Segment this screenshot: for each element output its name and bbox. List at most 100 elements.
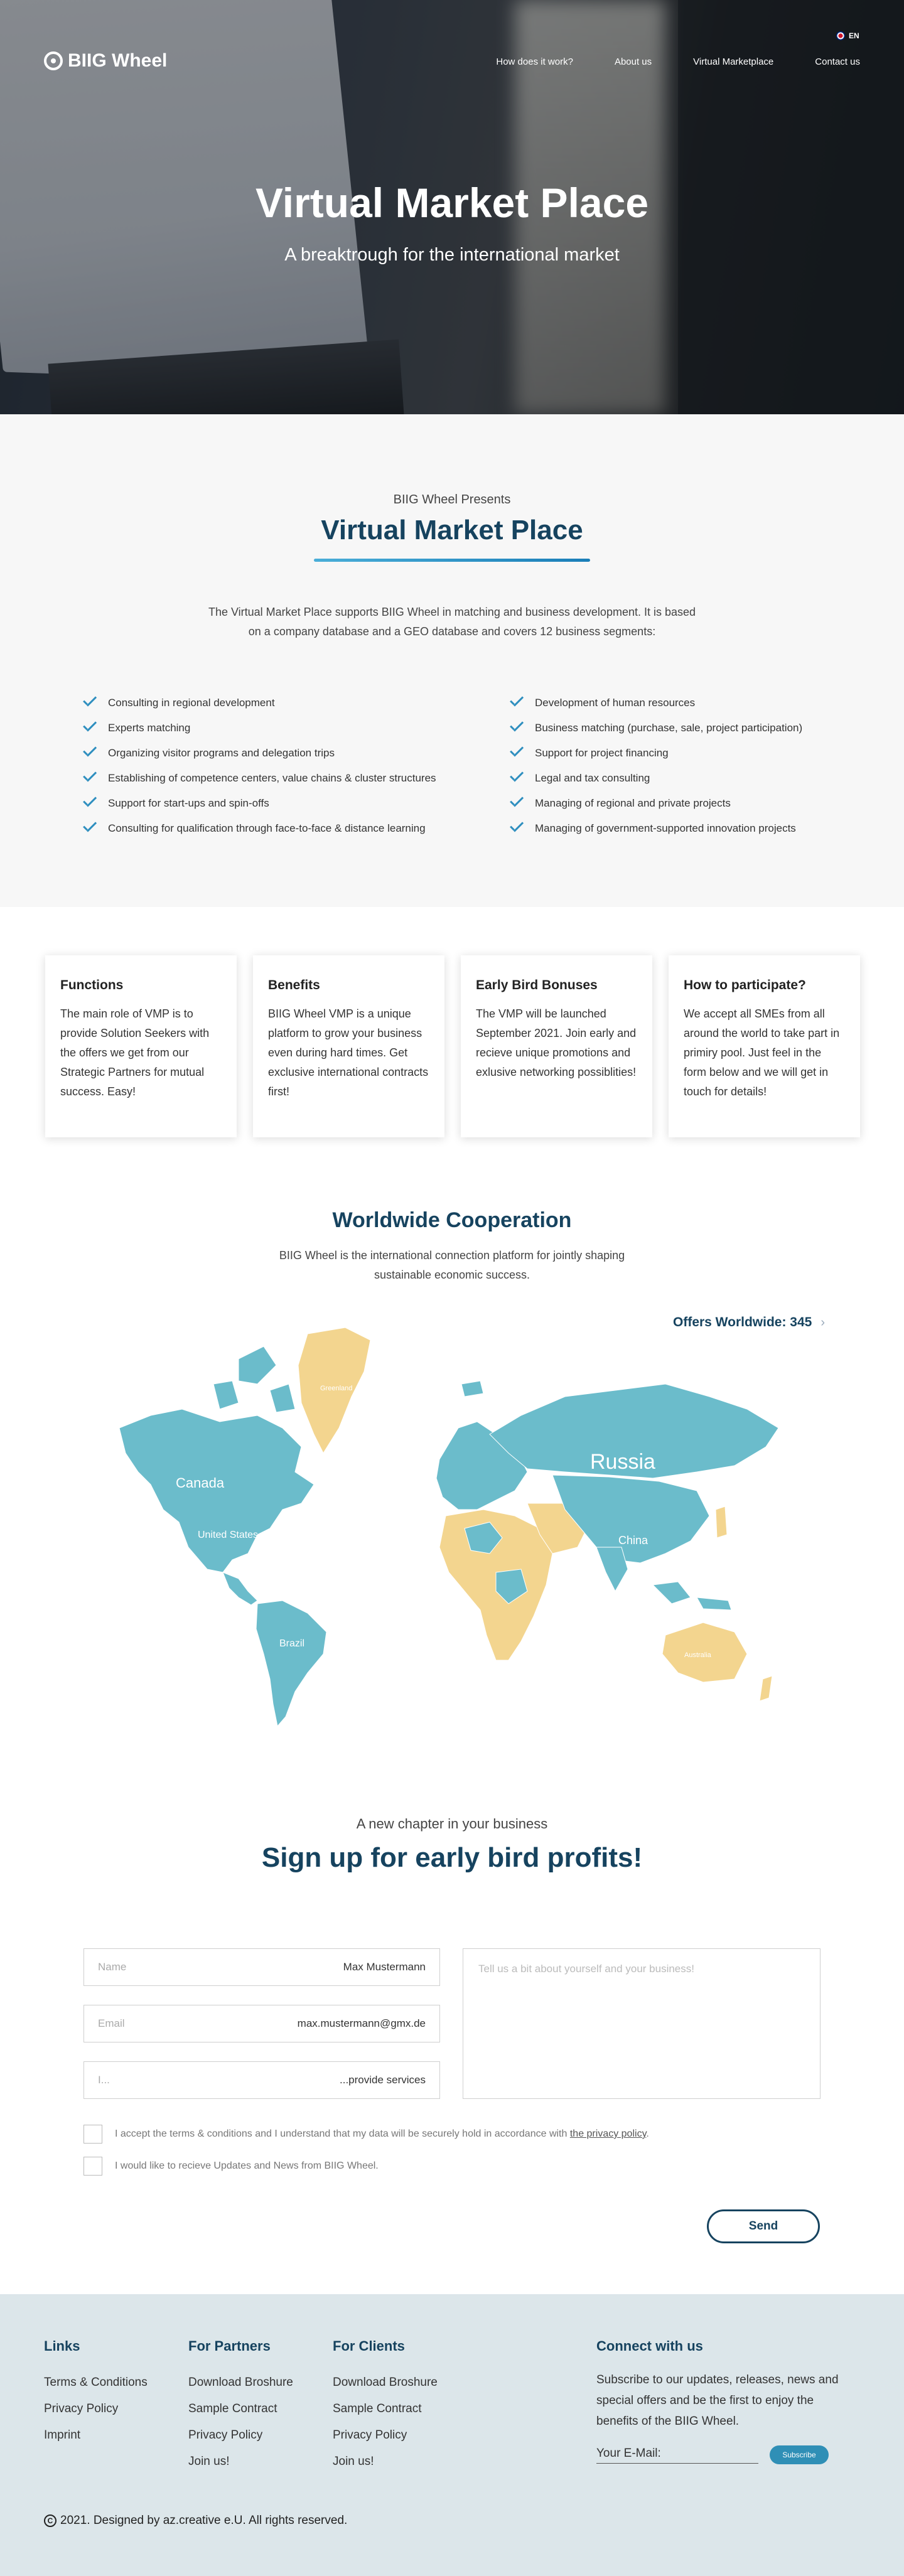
footer-link-client-join[interactable]: Join us!: [333, 2449, 438, 2475]
footer-partners-column: For Partners Download Broshure Sample Co…: [188, 2338, 293, 2475]
nav-about-us[interactable]: About us: [615, 56, 652, 67]
email-field[interactable]: Email max.mustermann@gmx.de: [83, 2005, 440, 2042]
feature-text: Managing of government-supported innovat…: [535, 822, 796, 834]
feature-text: Business matching (purchase, sale, proje…: [535, 722, 803, 734]
name-field[interactable]: Name Max Mustermann: [83, 1948, 440, 1986]
feature-text: Consulting in regional development: [108, 697, 275, 709]
feature-text: Support for project financing: [535, 747, 669, 759]
map-label-russia: Russia: [590, 1450, 655, 1474]
footer-link-client-broshure[interactable]: Download Broshure: [333, 2369, 438, 2396]
name-placeholder: Name: [98, 1961, 127, 1973]
feature-item: Support for project financing: [508, 741, 802, 766]
feature-text: Organizing visitor programs and delegati…: [108, 747, 335, 759]
site-logo[interactable]: BIIG Wheel: [44, 50, 167, 72]
map-region-iceland[interactable]: [461, 1380, 484, 1397]
card-title: Functions: [60, 978, 124, 992]
nav-contact-us[interactable]: Contact us: [815, 56, 860, 67]
email-value: max.mustermann@gmx.de: [297, 2017, 426, 2029]
newsletter-form: Your E-Mail: Subscribe: [596, 2445, 854, 2464]
check-icon: [508, 773, 525, 783]
check-icon: [82, 824, 98, 834]
uk-flag-icon: [836, 31, 845, 40]
map-region-asia[interactable]: [552, 1474, 710, 1564]
footer-link-client-privacy[interactable]: Privacy Policy: [333, 2422, 438, 2449]
copyright-text: 2021. Designed by az.creative e.U. All r…: [60, 2514, 348, 2527]
map-label-china: China: [618, 1534, 648, 1547]
card-title: How to participate?: [684, 978, 806, 992]
card-text: The main role of VMP is to provide Solut…: [60, 1007, 210, 1098]
feature-item: Business matching (purchase, sale, proje…: [508, 716, 802, 741]
logo-text: BIIG Wheel: [68, 50, 168, 71]
feature-text: Legal and tax consulting: [535, 772, 650, 784]
title-underline: [314, 559, 590, 562]
feature-item: Consulting for qualification through fac…: [82, 816, 436, 841]
footer-link-terms[interactable]: Terms & Conditions: [44, 2369, 148, 2396]
map-label-canada: Canada: [176, 1475, 225, 1491]
newsletter-label: I would like to recieve Updates and News…: [115, 2160, 379, 2171]
message-textarea[interactable]: Tell us a bit about yourself and your bu…: [463, 1948, 821, 2099]
features-right-list: Development of human resources Business …: [508, 690, 802, 841]
map-region-india[interactable]: [596, 1547, 628, 1592]
world-map[interactable]: Canada United States Greenland Brazil Ru…: [113, 1321, 791, 1729]
feature-item: Experts matching: [82, 716, 436, 741]
footer-link-privacy[interactable]: Privacy Policy: [44, 2396, 148, 2422]
card-text: The VMP will be launched September 2021.…: [476, 1007, 637, 1078]
feature-text: Development of human resources: [535, 697, 696, 709]
privacy-policy-link[interactable]: the privacy policy: [570, 2128, 647, 2139]
card-title: Early Bird Bonuses: [476, 978, 598, 992]
role-select[interactable]: I... ...provide services: [83, 2061, 440, 2099]
intro-title: Virtual Market Place: [321, 515, 583, 545]
newsletter-email-input[interactable]: Your E-Mail:: [596, 2447, 758, 2464]
footer-link-partner-broshure[interactable]: Download Broshure: [188, 2369, 293, 2396]
footer-link-partner-contract[interactable]: Sample Contract: [188, 2396, 293, 2422]
check-icon: [82, 798, 98, 808]
subscribe-button[interactable]: Subscribe: [770, 2445, 829, 2464]
terms-checkbox[interactable]: [83, 2125, 102, 2144]
map-region-southeast-asia[interactable]: [652, 1581, 732, 1611]
footer-link-imprint[interactable]: Imprint: [44, 2422, 148, 2449]
footer-column-title: For Partners: [188, 2338, 271, 2354]
footer-link-client-contract[interactable]: Sample Contract: [333, 2396, 438, 2422]
feature-text: Consulting for qualification through fac…: [108, 822, 426, 834]
map-region-south-america[interactable]: [256, 1600, 327, 1727]
card-early-bird: Early Bird Bonuses The VMP will be launc…: [461, 955, 652, 1137]
footer-link-partner-privacy[interactable]: Privacy Policy: [188, 2422, 293, 2449]
terms-label: I accept the terms & conditions and I un…: [115, 2128, 649, 2139]
map-region-north-america[interactable]: [119, 1409, 315, 1573]
message-placeholder: Tell us a bit about yourself and your bu…: [478, 1963, 694, 1975]
map-label-brazil: Brazil: [279, 1638, 304, 1649]
nav-virtual-marketplace[interactable]: Virtual Marketplace: [693, 56, 773, 67]
feature-item: Development of human resources: [508, 690, 802, 716]
language-switch[interactable]: EN: [836, 31, 859, 40]
map-region-japan[interactable]: [715, 1506, 728, 1538]
wheel-icon: [44, 51, 63, 70]
connect-text: Subscribe to our updates, releases, news…: [596, 2373, 839, 2428]
newsletter-checkbox-row: I would like to recieve Updates and News…: [83, 2157, 379, 2176]
map-region-arctic-islands[interactable]: [213, 1346, 296, 1413]
feature-item: Consulting in regional development: [82, 690, 436, 716]
card-text: BIIG Wheel VMP is a unique platform to g…: [268, 1007, 429, 1098]
hero-subtitle: A breaktrough for the international mark…: [284, 245, 620, 265]
card-how-to-participate: How to participate? We accept all SMEs f…: [669, 955, 860, 1137]
newsletter-checkbox[interactable]: [83, 2157, 102, 2176]
send-button[interactable]: Send: [707, 2209, 820, 2243]
feature-item: Managing of regional and private project…: [508, 791, 802, 816]
footer: Links Terms & Conditions Privacy Policy …: [0, 2294, 904, 2576]
main-nav: How does it work? About us Virtual Marke…: [496, 56, 860, 67]
terms-checkbox-row: I accept the terms & conditions and I un…: [83, 2125, 649, 2144]
map-region-new-zealand[interactable]: [759, 1675, 773, 1702]
map-label-australia: Australia: [684, 1651, 712, 1659]
feature-text: Experts matching: [108, 722, 191, 734]
nav-how-it-works[interactable]: How does it work?: [496, 56, 573, 67]
footer-clients-column: For Clients Download Broshure Sample Con…: [333, 2338, 438, 2475]
footer-connect-column: Connect with us Subscribe to our updates…: [596, 2338, 854, 2464]
feature-item: Establishing of competence centers, valu…: [82, 766, 436, 791]
map-region-central-america[interactable]: [222, 1572, 258, 1606]
feature-text: Support for start-ups and spin-offs: [108, 797, 269, 809]
check-icon: [508, 798, 525, 808]
role-value: ...provide services: [340, 2074, 426, 2086]
footer-link-partner-join[interactable]: Join us!: [188, 2449, 293, 2475]
check-icon: [82, 773, 98, 783]
footer-links-column: Links Terms & Conditions Privacy Policy …: [44, 2338, 148, 2449]
email-placeholder: Email: [98, 2017, 125, 2029]
